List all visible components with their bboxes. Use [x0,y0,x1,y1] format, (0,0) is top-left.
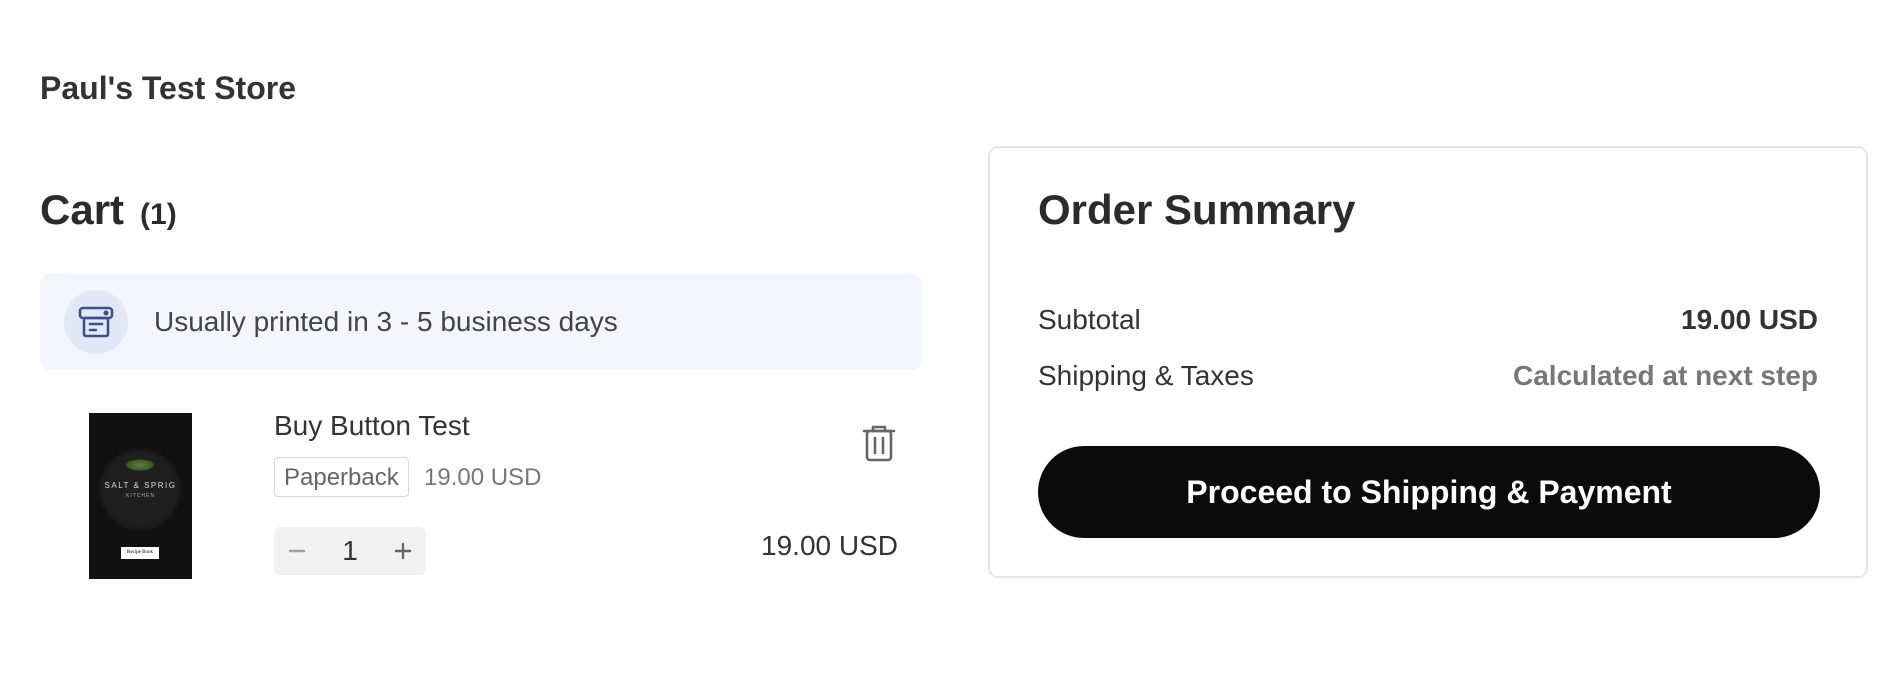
unit-price: 19.00 USD [424,464,542,491]
item-name[interactable]: Buy Button Test [274,410,470,442]
quantity-value: 1 [342,535,358,566]
store-name: Paul's Test Store [40,70,296,106]
plus-icon [394,542,412,560]
format-tag: Paperback [274,457,409,497]
cart-heading: Cart (1) [40,186,177,234]
shipping-value: Calculated at next step [1513,360,1818,391]
subtotal-row: Subtotal 19.00 USD [1038,304,1818,336]
summary-title: Order Summary [1038,186,1356,233]
cart-count: (1) [140,198,177,231]
order-summary-card: Order Summary Subtotal 19.00 USD Shippin… [988,146,1868,578]
cover-label: Recipe Book [121,547,159,559]
print-time-text: Usually printed in 3 - 5 business days [154,306,618,337]
trash-icon [862,425,896,462]
printer-icon [64,290,128,354]
cover-brand: SALT & SPRIG [104,481,177,490]
shipping-label: Shipping & Taxes [1038,360,1254,391]
remove-item-button[interactable] [862,423,896,468]
cart-item: SALT & SPRIG KITCHEN Recipe Book Buy But… [40,410,922,590]
cart-title: Cart [40,186,125,233]
product-thumbnail[interactable]: SALT & SPRIG KITCHEN Recipe Book [89,413,192,579]
subtotal-value: 19.00 USD [1681,304,1818,335]
decrement-button[interactable] [274,527,320,575]
subtotal-label: Subtotal [1038,304,1141,335]
print-time-banner: Usually printed in 3 - 5 business days [40,274,922,370]
quantity-stepper: 1 [274,527,426,575]
shipping-row: Shipping & Taxes Calculated at next step [1038,360,1818,392]
minus-icon [288,549,306,553]
cover-leaves [125,459,155,471]
line-total: 19.00 USD [761,530,898,561]
checkout-button[interactable]: Proceed to Shipping & Payment [1038,446,1820,538]
increment-button[interactable] [380,527,426,575]
cover-sub: KITCHEN [126,493,155,499]
